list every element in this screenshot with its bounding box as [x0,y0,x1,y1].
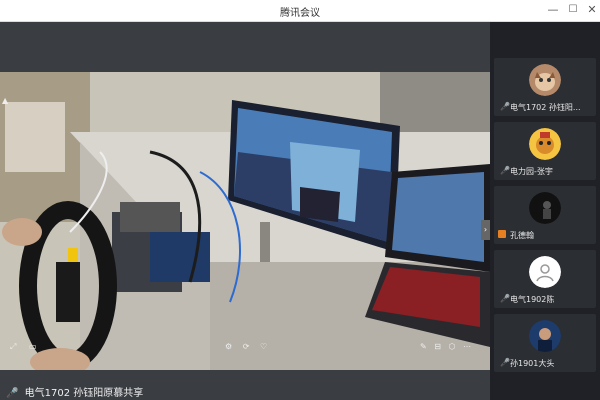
video-mid-controls: ⚙ ⟳ ♡ [225,342,267,356]
maximize-button[interactable]: ☐ [564,2,582,18]
avatar [529,256,561,288]
participant-name: 电气1902陈 [510,295,555,304]
screen-icon[interactable]: ⊟ [434,342,441,351]
annotate-icon[interactable]: ✎ [420,342,427,351]
microphone-icon: 🎤 [500,294,510,303]
share-icon[interactable]: ⬡ [449,342,456,351]
participant-name: 电气1702 孙钰阳... [510,103,581,112]
video-corner-indicator: ▲ [2,96,9,105]
microphone-icon: 🎤 [500,358,510,367]
video-frame-scene [0,72,490,370]
participant-tile[interactable]: 🎤 电力园-张宇 [494,122,596,180]
microphone-icon: 🎤 [6,388,19,399]
video-left-controls: ⤢ ▭ [10,342,37,356]
participant-name: 孔德翰 [510,231,534,240]
main-video-feed[interactable] [0,72,490,370]
avatar [529,128,561,160]
window-title: 腾讯会议 [280,8,320,19]
title-bar: 腾讯会议 — ☐ ✕ [0,0,600,22]
close-button[interactable]: ✕ [583,2,600,18]
main-participant-name: 电气1702 孙钰阳原慕共享 [24,388,144,399]
participant-name: 孙1901大头 [510,359,555,368]
refresh-icon[interactable]: ⟳ [243,342,250,351]
participant-tile[interactable]: 孔德翰 [494,186,596,244]
more-icon[interactable]: ⋯ [463,342,471,351]
microphone-icon: 🎤 [500,102,510,111]
fullscreen-icon[interactable]: ⤢ [10,342,16,351]
video-right-controls: ✎ ⊟ ⬡ ⋯ [420,342,471,356]
like-icon[interactable]: ♡ [260,342,267,351]
participant-tile[interactable]: 🎤 电气1702 孙钰阳... [494,58,596,116]
participant-tile[interactable]: 🎤 孙1901大头 [494,314,596,372]
participant-tile[interactable]: 🎤 电气1902陈 [494,250,596,308]
avatar [529,320,561,352]
minimize-button[interactable]: — [544,2,562,18]
participant-sidebar: 🎤 电气1702 孙钰阳... 🎤 电力园-张宇 孔德翰 🎤 电气1902陈 🎤… [490,22,600,400]
main-participant-caption: 🎤 电气1702 孙钰阳原慕共享 [0,384,143,400]
microphone-icon: 🎤 [500,166,510,175]
layout-icon[interactable]: ▭ [29,342,37,351]
settings-icon[interactable]: ⚙ [225,342,232,351]
camera-off-icon [498,230,506,238]
main-stage: ▲ › ⤢ ▭ ⚙ ⟳ ♡ ✎ ⊟ ⬡ ⋯ [0,22,490,400]
avatar [529,192,561,224]
avatar [529,64,561,96]
collapse-sidebar-button[interactable]: › [481,220,490,240]
participant-name: 电力园-张宇 [510,167,553,176]
